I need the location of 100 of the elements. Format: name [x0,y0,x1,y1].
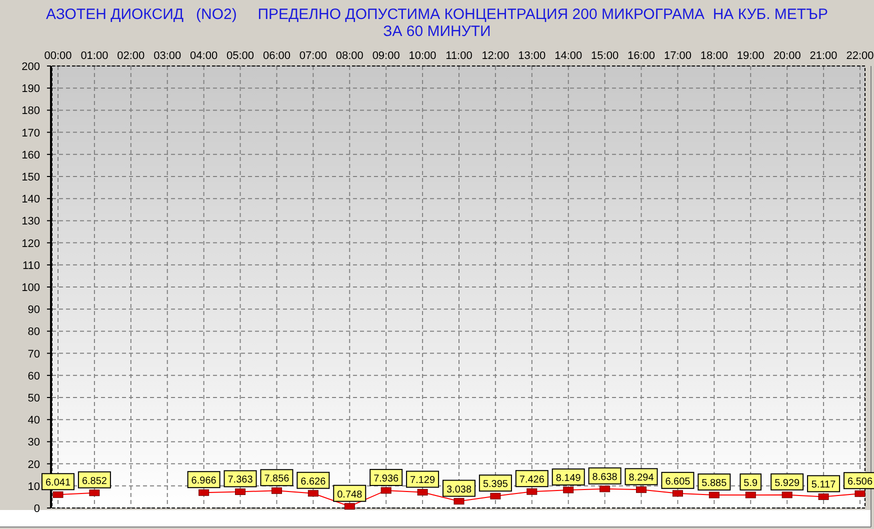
data-point [52,491,64,498]
data-label: 7.363 [228,474,254,486]
data-label: 6.966 [187,471,220,488]
data-label: 8.294 [628,472,654,484]
x-tick-label: 04:00 [190,50,218,62]
x-tick-label: 06:00 [262,50,290,62]
chart-title: ЗА 60 МИНУТИ [383,23,491,40]
data-label: 7.936 [370,468,403,486]
chart-title: АЗОТЕН ДИОКСИД (NO2) ПРЕДЕЛНО ДОПУСТИМА КОНЦЕНТРАЦИЯ 200 МИКРОГРАМА НА КУБ. МЕТЪР [46,6,828,23]
y-tick-label: 110 [22,260,40,272]
data-label: 6.506 [844,472,874,490]
y-tick-label: 80 [28,326,40,338]
y-tick-label: 20 [28,458,40,471]
x-tick-label: 20:00 [773,50,801,62]
y-tick-label: 120 [22,238,40,250]
x-tick-label: 22:00 [846,50,874,62]
data-label: 3.038 [442,480,476,497]
data-label: 8.638 [588,467,622,484]
data-point [344,503,355,510]
data-label: 5.929 [770,473,804,490]
data-label: 7.856 [260,469,294,486]
data-label: 5.117 [811,480,836,491]
data-label: 5.885 [698,474,731,490]
data-label: 7.129 [410,475,436,486]
data-point [235,488,246,495]
x-tick-label: 19:00 [736,50,764,62]
x-tick-label: 02:00 [117,50,145,62]
x-tick-label: 15:00 [591,50,619,62]
data-label: 5.9 [740,473,762,490]
data-label: 3.038 [446,484,472,496]
y-tick-label: 30 [28,436,40,449]
data-label: 6.966 [191,476,217,487]
data-label: 7.426 [519,474,545,486]
x-tick-label: 05:00 [226,50,254,62]
x-tick-label: 14:00 [554,50,582,62]
data-point [782,492,792,498]
data-label: 6.626 [296,472,330,489]
x-tick-label: 08:00 [336,50,364,62]
data-label: 6.041 [45,478,71,489]
x-tick-label: 03:00 [154,50,182,62]
y-tick-label: 50 [28,392,40,404]
data-point [526,488,538,495]
data-label: 8.638 [592,472,618,483]
y-tick-label: 190 [22,83,40,96]
x-tick-label: 12:00 [482,50,510,62]
x-tick-label: 09:00 [372,50,400,62]
y-tick-label: 70 [28,348,40,360]
data-point [854,490,866,497]
y-tick-label: 60 [28,370,40,382]
data-point [417,489,428,496]
data-label: 5.885 [702,478,728,489]
data-point [198,489,210,496]
data-label: 5.929 [774,478,800,489]
data-point [89,490,100,496]
data-point [563,486,574,494]
x-tick-label: 00:00 [44,50,72,62]
data-label: 6.041 [42,473,74,490]
y-tick-label: 140 [22,194,40,206]
data-point [308,490,318,497]
data-label: 0.748 [337,489,363,500]
x-tick-label: 10:00 [408,50,436,62]
data-point [490,492,501,500]
data-label: 6.852 [78,471,111,488]
data-point [818,493,829,500]
data-label: 8.149 [556,472,582,484]
y-tick-label: 180 [22,105,40,118]
data-label: 5.395 [478,474,512,492]
y-tick-label: 130 [22,216,40,228]
data-label: 6.605 [665,476,691,488]
data-point [672,490,683,497]
y-tick-label: 200 [22,61,40,73]
data-label: 8.294 [624,468,658,486]
y-tick-label: 100 [22,282,40,294]
data-point [380,487,392,494]
x-tick-label: 11:00 [446,50,472,62]
data-label: 6.626 [300,476,326,488]
data-label: 6.852 [82,476,108,487]
data-label: 6.506 [847,476,873,488]
x-tick-label: 17:00 [664,50,692,62]
data-label: 5.117 [807,475,840,492]
data-label: 7.426 [515,470,548,488]
data-label: 0.748 [333,484,366,502]
data-point [454,498,464,505]
y-tick-label: 150 [22,172,40,184]
data-point [745,492,756,498]
x-tick-label: 07:00 [299,50,327,62]
x-tick-label: 18:00 [700,50,728,62]
data-label: 7.129 [406,470,440,488]
y-tick-label: 160 [22,149,40,162]
data-label: 5.395 [482,479,508,490]
y-tick-label: 40 [28,414,40,427]
data-label: 7.856 [264,474,290,485]
data-label: 7.936 [374,473,400,484]
data-label: 5.9 [744,478,758,489]
x-tick-label: 21:00 [810,50,838,62]
data-point [636,486,647,493]
data-point [271,487,282,494]
y-tick-label: 90 [28,304,40,316]
y-tick-label: 170 [22,127,40,140]
data-label: 8.149 [552,468,585,486]
